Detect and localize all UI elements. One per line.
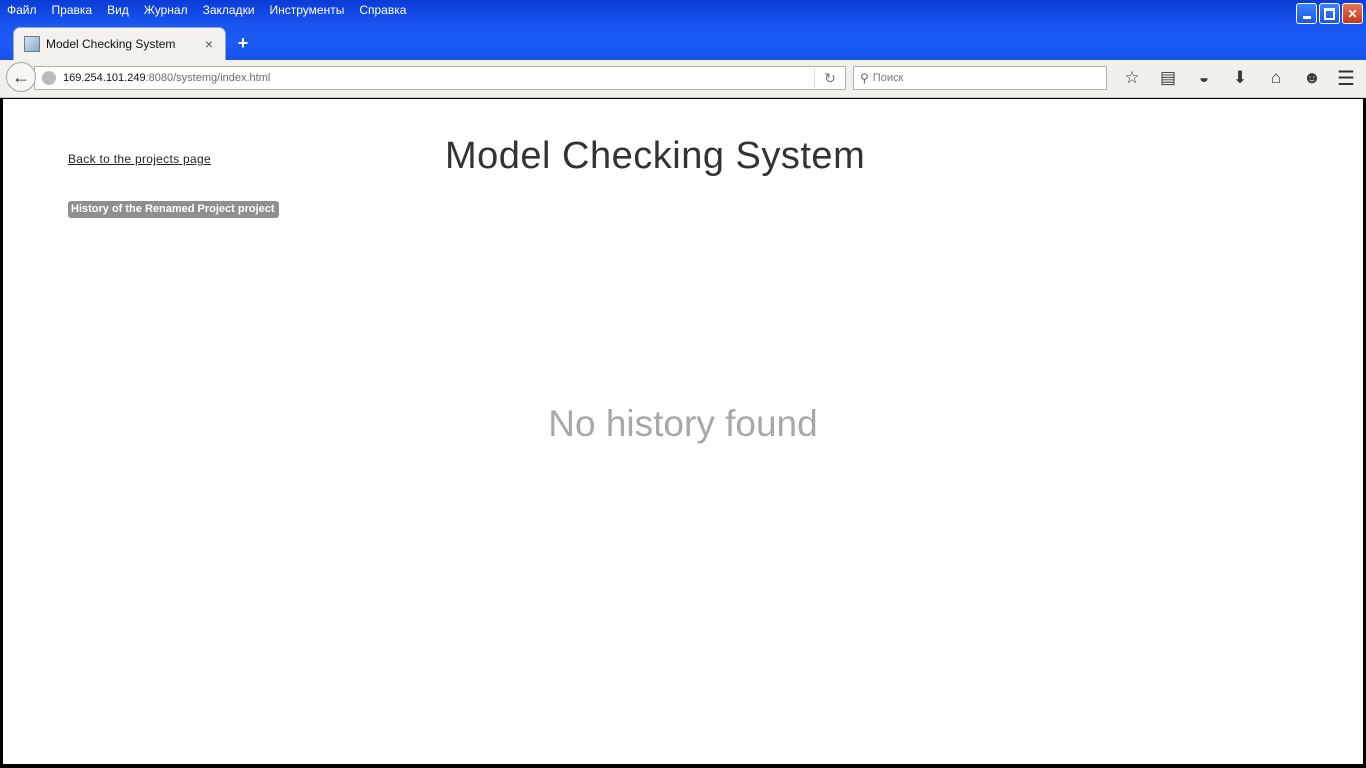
- empty-history-message: No history found: [548, 403, 818, 444]
- tab-close-icon[interactable]: ×: [201, 36, 217, 52]
- page-content: Back to the projects page Model Checking…: [3, 99, 1363, 764]
- download-icon[interactable]: ⬇: [1222, 66, 1258, 90]
- globe-icon: [42, 71, 56, 85]
- page-title: Model Checking System: [445, 135, 866, 177]
- menu-bookmarks[interactable]: Закладки: [196, 2, 263, 20]
- minimize-icon: [1302, 16, 1311, 19]
- title-bar: Файл Правка Вид Журнал Закладки Инструме…: [0, 0, 1366, 60]
- restore-button[interactable]: [1319, 3, 1340, 24]
- minimize-button[interactable]: [1296, 3, 1317, 24]
- menu-history[interactable]: Журнал: [137, 2, 196, 20]
- back-to-projects-link[interactable]: Back to the projects page: [68, 152, 211, 166]
- menu-tools[interactable]: Инструменты: [263, 2, 353, 20]
- tab-title: Model Checking System: [46, 37, 176, 51]
- search-input[interactable]: ⚲ Поиск: [853, 66, 1107, 90]
- reload-icon[interactable]: ↻: [815, 70, 845, 87]
- address-bar[interactable]: 169.254.101.249 :8080/systemg/index.html…: [34, 66, 846, 90]
- bookmark-star-icon[interactable]: ☆: [1114, 66, 1150, 90]
- reading-list-icon[interactable]: ▤: [1150, 66, 1186, 90]
- close-icon: ✕: [1347, 6, 1358, 21]
- favicon-icon: [24, 36, 40, 52]
- hello-icon[interactable]: ☻: [1294, 66, 1330, 90]
- search-icon: ⚲: [860, 71, 869, 85]
- window-controls: ✕: [1296, 3, 1363, 24]
- toolbar-icons: ☆ ▤ ◒ ⬇ ⌂ ☻: [1114, 66, 1330, 90]
- home-icon[interactable]: ⌂: [1258, 66, 1294, 90]
- back-arrow-icon: ←: [12, 66, 30, 87]
- back-button[interactable]: ←: [6, 62, 36, 92]
- menu-file[interactable]: Файл: [0, 2, 45, 20]
- search-placeholder: Поиск: [872, 72, 904, 84]
- url-path: :8080/systemg/index.html: [145, 72, 271, 84]
- navigation-toolbar: 169.254.101.249 :8080/systemg/index.html…: [0, 60, 1366, 98]
- menu-view[interactable]: Вид: [100, 2, 137, 20]
- menu-bar: Файл Правка Вид Журнал Закладки Инструме…: [0, 2, 414, 20]
- restore-icon: [1324, 7, 1335, 20]
- menu-help[interactable]: Справка: [352, 2, 414, 20]
- hamburger-menu-icon[interactable]: ☰: [1334, 66, 1358, 90]
- close-window-button[interactable]: ✕: [1342, 3, 1363, 24]
- tab-model-checking-system[interactable]: Model Checking System ×: [14, 28, 225, 60]
- browser-window: Файл Правка Вид Журнал Закладки Инструме…: [0, 0, 1366, 768]
- pocket-icon[interactable]: ◒: [1186, 66, 1222, 90]
- menu-edit[interactable]: Правка: [45, 2, 101, 20]
- new-tab-button[interactable]: +: [233, 33, 253, 53]
- history-label: History of the Renamed Project project: [68, 201, 279, 218]
- url-host: 169.254.101.249: [63, 72, 146, 84]
